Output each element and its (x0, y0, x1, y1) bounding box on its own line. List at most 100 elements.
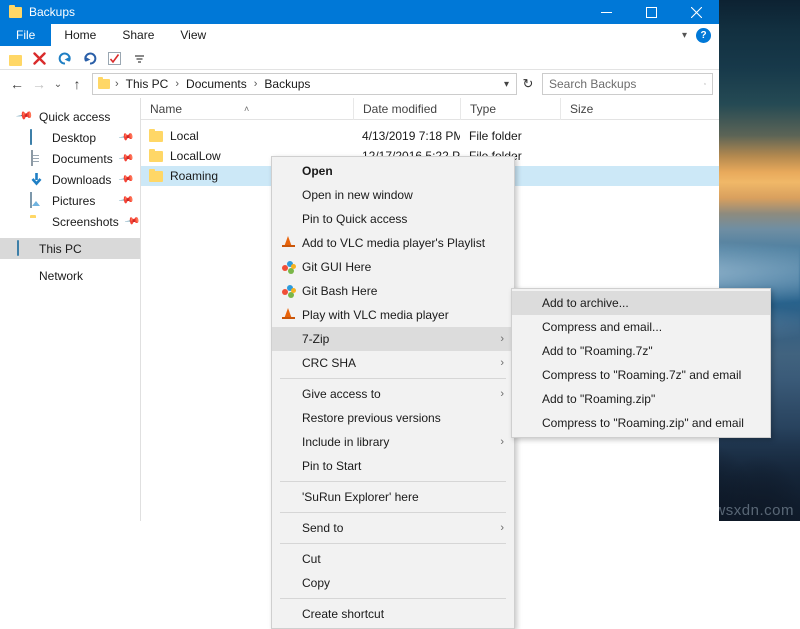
sidebar-item-label: Screenshots (52, 215, 119, 229)
refresh-icon[interactable]: ↻ (517, 76, 539, 92)
navigation-pane: 📌 Quick access Desktop 📌 Documents 📌 Dow… (0, 98, 141, 521)
menu-item-copy[interactable]: Copy (272, 571, 514, 595)
close-button[interactable] (674, 0, 719, 24)
search-icon (704, 78, 706, 90)
search-input[interactable] (549, 77, 704, 91)
delete-icon[interactable] (33, 51, 48, 66)
pin-icon[interactable]: 📌 (124, 213, 141, 229)
chevron-down-icon[interactable]: ▾ (682, 30, 687, 41)
menu-item-pin-to-quick-access[interactable]: Pin to Quick access (272, 207, 514, 231)
menu-item-label: Send to (302, 521, 343, 535)
menu-item-label: Open (302, 164, 333, 178)
column-header-row: Name ˄ Date modified Type Size (141, 98, 719, 120)
window-title: Backups (29, 5, 75, 19)
pin-icon[interactable]: 📌 (117, 171, 134, 187)
minimize-button[interactable] (584, 0, 629, 24)
tab-file[interactable]: File (0, 24, 51, 46)
undo-icon[interactable] (83, 51, 98, 66)
menu-item-crc-sha[interactable]: CRC SHA › (272, 351, 514, 375)
file-date-cell: 4/13/2019 7:18 PM (353, 129, 460, 143)
column-header-size[interactable]: Size (560, 98, 646, 120)
chevron-right-icon: › (500, 357, 504, 369)
menu-item-surun-explorer-here[interactable]: 'SuRun Explorer' here (272, 485, 514, 509)
sidebar-item-documents[interactable]: Documents 📌 (0, 148, 140, 169)
tab-share[interactable]: Share (109, 24, 167, 46)
forward-button[interactable]: → (28, 73, 50, 95)
git-icon (280, 259, 298, 275)
folder-icon (149, 131, 163, 142)
menu-item-git-bash-here[interactable]: Git Bash Here (272, 279, 514, 303)
menu-item-send-to[interactable]: Send to › (272, 516, 514, 540)
folder-icon (149, 151, 163, 162)
sidebar-item-screenshots[interactable]: Screenshots 📌 (0, 211, 140, 232)
address-bar[interactable]: › This PC › Documents › Backups ▾ (92, 73, 517, 95)
menu-item-compress-to-roaming-zip-and-email[interactable]: Compress to "Roaming.zip" and email (512, 411, 770, 435)
menu-separator (280, 378, 506, 379)
menu-item-label: Add to archive... (542, 296, 629, 310)
menu-item-open-in-new-window[interactable]: Open in new window (272, 183, 514, 207)
menu-item-compress-and-email[interactable]: Compress and email... (512, 315, 770, 339)
menu-item-restore-previous-versions[interactable]: Restore previous versions (272, 406, 514, 430)
pin-icon[interactable]: 📌 (118, 150, 135, 166)
up-button[interactable]: ↑ (66, 73, 88, 95)
column-header-date-modified[interactable]: Date modified (353, 98, 460, 120)
menu-item-cut[interactable]: Cut (272, 547, 514, 571)
menu-item-give-access-to[interactable]: Give access to › (272, 382, 514, 406)
chevron-right-icon: › (500, 333, 504, 345)
menu-item-include-in-library[interactable]: Include in library › (272, 430, 514, 454)
redo-icon[interactable] (58, 51, 73, 66)
customize-toolbar-icon[interactable] (133, 51, 148, 66)
menu-separator (280, 481, 506, 482)
pin-icon[interactable]: 📌 (117, 192, 134, 208)
menu-item-label: Compress to "Roaming.zip" and email (542, 416, 744, 430)
menu-item-open[interactable]: Open (272, 159, 514, 183)
table-row[interactable]: Local 4/13/2019 7:18 PM File folder (141, 126, 719, 146)
breadcrumb-backups[interactable]: Backups (262, 77, 312, 91)
column-header-name[interactable]: Name ˄ (141, 98, 353, 120)
menu-item-play-with-vlc[interactable]: Play with VLC media player (272, 303, 514, 327)
menu-item-add-to-roaming-zip[interactable]: Add to "Roaming.zip" (512, 387, 770, 411)
sidebar-item-desktop[interactable]: Desktop 📌 (0, 127, 140, 148)
file-name-label: Local (170, 129, 199, 143)
sidebar-item-downloads[interactable]: Downloads 📌 (0, 169, 140, 190)
menu-item-7-zip[interactable]: 7-Zip › (272, 327, 514, 351)
back-button[interactable]: ← (6, 73, 28, 95)
menu-item-create-shortcut[interactable]: Create shortcut (272, 602, 514, 626)
menu-item-label: Include in library (302, 435, 389, 449)
sidebar-item-pictures[interactable]: Pictures 📌 (0, 190, 140, 211)
menu-item-label: Copy (302, 576, 330, 590)
menu-item-label: 'SuRun Explorer' here (302, 490, 419, 504)
file-name-cell: Local (141, 129, 353, 143)
maximize-button[interactable] (629, 0, 674, 24)
pin-icon[interactable]: 📌 (117, 129, 134, 145)
file-name-label: Roaming (170, 169, 218, 183)
sidebar-item-quick-access[interactable]: 📌 Quick access (0, 106, 140, 127)
document-icon (30, 151, 45, 166)
menu-item-git-gui-here[interactable]: Git GUI Here (272, 255, 514, 279)
breadcrumb-documents[interactable]: Documents (184, 77, 249, 91)
help-icon[interactable]: ? (696, 28, 711, 43)
recent-locations-icon[interactable]: ⌄ (50, 73, 66, 95)
network-icon (17, 268, 32, 283)
chevron-right-icon: › (500, 522, 504, 534)
new-folder-icon[interactable] (8, 51, 23, 66)
context-menu: Open Open in new window Pin to Quick acc… (271, 156, 515, 629)
folder-icon (149, 171, 163, 182)
menu-item-add-to-roaming-7z[interactable]: Add to "Roaming.7z" (512, 339, 770, 363)
address-dropdown-icon[interactable]: ▾ (497, 79, 516, 90)
tab-home[interactable]: Home (51, 24, 109, 46)
column-header-type[interactable]: Type (460, 98, 560, 120)
sidebar-item-network[interactable]: Network (0, 265, 140, 286)
properties-icon[interactable] (108, 51, 123, 66)
sidebar-item-label: Quick access (39, 110, 110, 124)
menu-separator (280, 512, 506, 513)
menu-item-compress-to-roaming-7z-and-email[interactable]: Compress to "Roaming.7z" and email (512, 363, 770, 387)
menu-item-add-to-archive[interactable]: Add to archive... (512, 291, 770, 315)
tab-view[interactable]: View (167, 24, 219, 46)
menu-item-pin-to-start[interactable]: Pin to Start (272, 454, 514, 478)
sidebar-item-this-pc[interactable]: This PC (0, 238, 140, 259)
menu-separator (280, 598, 506, 599)
search-box[interactable] (542, 73, 713, 95)
menu-item-add-to-vlc-playlist[interactable]: Add to VLC media player's Playlist (272, 231, 514, 255)
breadcrumb-this-pc[interactable]: This PC (124, 77, 171, 91)
